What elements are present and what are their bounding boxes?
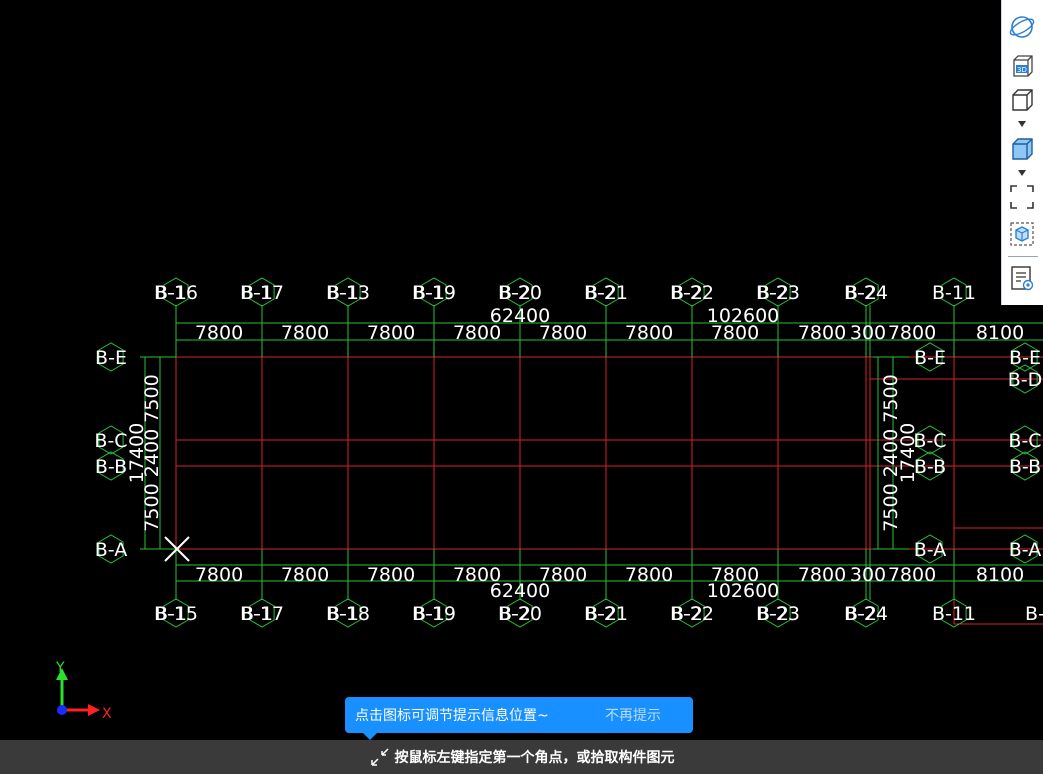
dimension-total-mid: 17400: [897, 423, 919, 483]
dimension-text-bottom: 7800: [367, 564, 415, 586]
caret-down-icon: [1018, 121, 1026, 127]
tooltip-arrow: [363, 733, 377, 740]
caret-down-icon: [1018, 170, 1026, 176]
wireframe-view-button[interactable]: [1007, 85, 1037, 115]
pick-corner-icon: [370, 748, 389, 766]
axis-label-right: B-E: [1009, 347, 1041, 369]
fullscreen-button[interactable]: [1007, 182, 1037, 212]
dimension-total-bottom: 102600: [707, 580, 780, 602]
dimension-text-top: 300: [850, 322, 886, 344]
axis-label-overlap: B-1: [413, 603, 445, 625]
axis-label-overlap: B-2: [845, 282, 877, 304]
status-prompt: 按鼠标左键指定第一个角点，或拾取构件图元: [394, 750, 675, 766]
dynamic-observe-button[interactable]: [1007, 219, 1037, 249]
axis-label-overlap: B-1: [241, 282, 273, 304]
cube-wire-icon: [1012, 89, 1033, 111]
dynamic-observe-icon: [1010, 222, 1034, 246]
dimension-total-bottom: 62400: [490, 580, 550, 602]
dimension-text-bottom: 300: [850, 564, 886, 586]
ucs-y-label: Y: [55, 660, 65, 676]
axis-label-overlap: B-2: [499, 282, 531, 304]
axis-label-overlap: B-1: [413, 282, 445, 304]
ucs-axis-icon: Y X: [55, 660, 112, 722]
axis-label-mid: B-E: [914, 347, 946, 369]
dimension-text-top: 7800: [195, 322, 243, 344]
orbit-button[interactable]: [1007, 12, 1037, 42]
axis-label-overlap: B-1: [241, 603, 273, 625]
shaded-view-button[interactable]: [1007, 134, 1037, 164]
axis-label-overlap: B-2: [585, 603, 617, 625]
view-toolbar: 3D: [1001, 0, 1043, 305]
dimension-text-top: 7800: [367, 322, 415, 344]
axis-label-overlap: B-2: [671, 282, 703, 304]
axis-label-right: B-C: [1008, 430, 1041, 452]
dimension-text-bottom: 7800: [625, 564, 673, 586]
axis-label-right: B-D: [1008, 369, 1043, 391]
dimension-text-bottom: 8100: [976, 564, 1024, 586]
3d-view-icon: 3D: [1013, 55, 1033, 77]
axis-label-overlap: B-2: [757, 282, 789, 304]
axis-label-overlap: B-1: [327, 282, 359, 304]
axis-label-overlap: B-1: [155, 282, 187, 304]
layer-settings-button[interactable]: [1007, 263, 1037, 293]
axis-label-right: B-A: [1009, 539, 1041, 561]
axis-label-bottom: B-11: [932, 603, 976, 625]
axis-label-left: B-E: [95, 347, 127, 369]
dimension-text-left: 7500: [141, 374, 163, 422]
hint-tooltip[interactable]: 点击图标可调节提示信息位置~ 不再提示: [345, 697, 693, 740]
3d-view-button[interactable]: 3D: [1007, 51, 1037, 81]
orbit-icon: [1009, 16, 1035, 38]
drawing-canvas[interactable]: B-16 B-17 B-13 B-19 B-20 B-21 B-22 B-23 B-24 B-11…: [0, 0, 1043, 774]
fullscreen-icon: [1010, 185, 1034, 209]
shaded-dropdown[interactable]: [1017, 169, 1027, 177]
dimension-text-top: 7800: [798, 322, 846, 344]
axis-label-overlap: B-2: [757, 603, 789, 625]
dimension-total-left: 17400: [126, 423, 148, 483]
axis-label-overlap: B-2: [499, 603, 531, 625]
dimension-text-mid: 7500: [880, 483, 902, 531]
dimension-text-top: 8100: [976, 322, 1024, 344]
axis-label-left: B-C: [94, 430, 127, 452]
axis-label-overlap: B-2: [845, 603, 877, 625]
axis-label-mid: B-A: [914, 539, 946, 561]
dimension-text-bottom: 7800: [888, 564, 936, 586]
labels: B-16 B-17 B-13 B-19 B-20 B-21 B-22 B-23 B-24 B-11…: [94, 277, 1043, 628]
dimension-text-left: 7500: [141, 483, 163, 531]
axis-label-top: B-11: [932, 282, 976, 304]
axis-label-left: B-A: [95, 539, 127, 561]
dimension-text-top: 7800: [888, 322, 936, 344]
toolbar-separator: [1008, 256, 1038, 257]
axis-label-partial: B-: [1025, 603, 1043, 625]
axis-label-overlap: B-1: [327, 603, 359, 625]
axis-label-overlap: B-2: [671, 603, 703, 625]
status-bar: 按鼠标左键指定第一个角点，或拾取构件图元: [0, 740, 1043, 774]
wireframe-dropdown[interactable]: [1017, 120, 1027, 128]
dimension-text-mid: 7500: [880, 374, 902, 422]
cube-solid-icon: [1012, 138, 1033, 160]
axis-label-right: B-B: [1009, 456, 1041, 478]
layer-settings-icon: [1011, 266, 1034, 291]
dimension-total-top: 102600: [707, 305, 780, 327]
svg-text:3D: 3D: [1017, 66, 1027, 74]
dimension-text-bottom: 7800: [195, 564, 243, 586]
axis-label-left: B-B: [95, 456, 127, 478]
axis-label-overlap: B-1: [155, 603, 187, 625]
dimension-text-bottom: 7800: [281, 564, 329, 586]
hint-text: 点击图标可调节提示信息位置~: [355, 708, 549, 724]
dimension-total-top: 62400: [490, 305, 550, 327]
dont-show-again-link[interactable]: 不再提示: [605, 705, 661, 725]
axis-label-overlap: B-2: [585, 282, 617, 304]
ucs-x-label: X: [102, 706, 112, 722]
dimension-text-top: 7800: [625, 322, 673, 344]
dimension-text-bottom: 7800: [798, 564, 846, 586]
dimension-text-top: 7800: [281, 322, 329, 344]
